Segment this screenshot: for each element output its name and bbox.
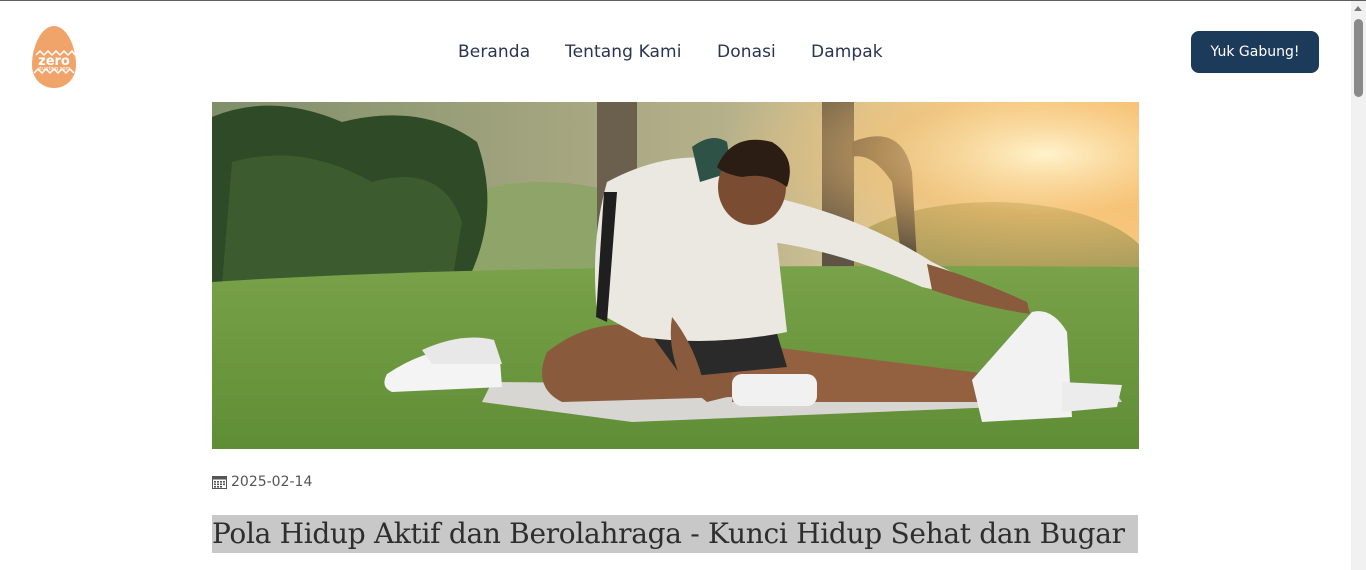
nav-link-dampak[interactable]: Dampak [811, 42, 883, 62]
calendar-icon [212, 476, 227, 489]
scroll-thumb[interactable] [1354, 19, 1363, 97]
article-date-text: 2025-02-14 [231, 474, 313, 490]
article-hero-image [212, 102, 1139, 449]
scroll-up-arrow-icon[interactable] [1354, 6, 1362, 11]
article-date: 2025-02-14 [212, 473, 312, 491]
nav-link-donasi[interactable]: Donasi [717, 42, 776, 62]
page-scrollbar[interactable] [1351, 1, 1366, 570]
nav-link-tentang-kami[interactable]: Tentang Kami [565, 42, 682, 62]
article-title: Pola Hidup Aktif dan Berolahraga - Kunci… [212, 515, 1138, 553]
join-button[interactable]: Yuk Gabung! [1191, 31, 1319, 73]
logo-domain: stunting.com [38, 66, 71, 72]
main-nav: Beranda Tentang Kami Donasi Dampak [0, 42, 1351, 64]
nav-link-beranda[interactable]: Beranda [458, 42, 530, 62]
